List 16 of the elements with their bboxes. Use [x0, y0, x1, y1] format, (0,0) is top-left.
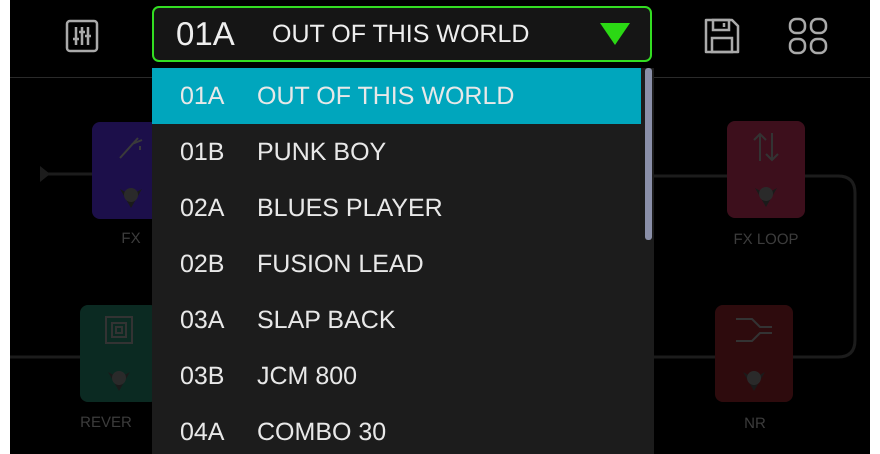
pedal-label: NR: [744, 415, 766, 432]
scrollbar[interactable]: [645, 68, 652, 240]
pedal-label: FX LOOP: [733, 231, 799, 248]
preset-dropdown[interactable]: 01A OUT OF THIS WORLD: [152, 6, 652, 62]
preset-item[interactable]: 02B FUSION LEAD: [152, 236, 641, 292]
preset-item[interactable]: 02A BLUES PLAYER: [152, 180, 641, 236]
preset-item[interactable]: 01B PUNK BOY: [152, 124, 641, 180]
preset-item[interactable]: 03B JCM 800: [152, 348, 641, 404]
caret-icon: [600, 23, 630, 45]
preset-item[interactable]: 03A SLAP BACK: [152, 292, 641, 348]
pedal[interactable]: [727, 121, 805, 218]
pedal-label: REVER: [80, 414, 132, 431]
square-icon: [104, 315, 134, 346]
pedal[interactable]: [715, 305, 793, 402]
preset-item[interactable]: 04A COMBO 30: [152, 404, 641, 454]
pedal-label: FX: [121, 230, 141, 247]
